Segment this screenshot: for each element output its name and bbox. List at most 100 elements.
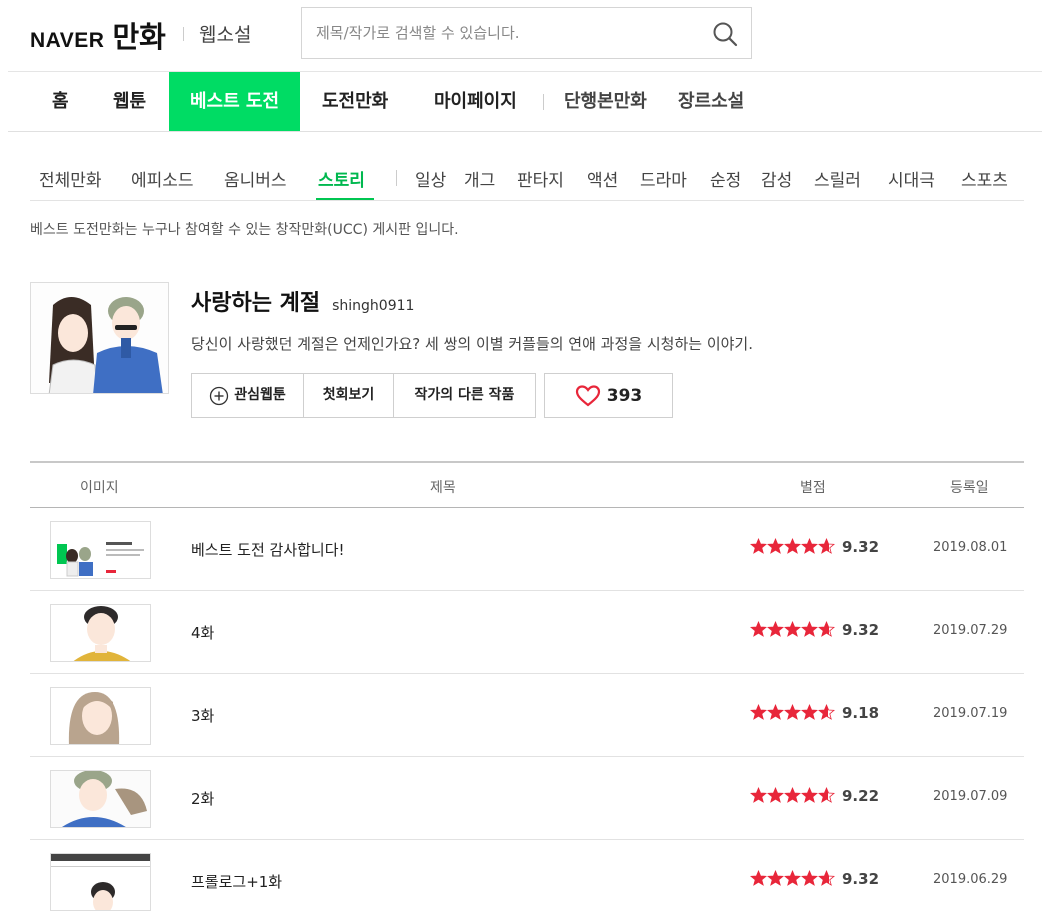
nav-mypage[interactable]: 마이페이지 [434,72,517,131]
first-episode-button[interactable]: 첫회보기 [304,374,394,417]
star-icon [767,538,784,554]
star-icon [801,538,818,554]
genre-daily[interactable]: 일상 [415,166,446,191]
star-icon [801,621,818,637]
episode-title[interactable]: 3화 [191,705,214,726]
genre-romance[interactable]: 순정 [710,166,741,191]
star-icon [750,787,767,803]
star-icon [767,870,784,886]
like-button[interactable]: 393 [544,373,673,418]
genre-action[interactable]: 액션 [587,166,618,191]
genre-sports[interactable]: 스포츠 [961,166,1008,191]
header: NAVER 만화 웹소설 [0,0,1050,70]
episode-date: 2019.06.29 [933,872,1008,887]
star-icon [784,787,801,803]
naver-manhwa-logo[interactable]: NAVER 만화 [30,14,166,56]
table-row: 4화 9.32 2019.07.29 [30,591,1024,674]
star-icon [784,870,801,886]
episode-thumbnail[interactable] [50,604,151,662]
naver-logo-text: NAVER [30,29,105,52]
genre-sensibility[interactable]: 감성 [761,166,792,191]
nav-challenge[interactable]: 도전만화 [322,72,388,131]
genre-comedy[interactable]: 개그 [464,166,495,191]
episode-title[interactable]: 2화 [191,788,214,809]
star-icon [818,870,835,886]
genre-drama[interactable]: 드라마 [640,166,687,191]
star-icon [784,621,801,637]
star-icon [818,621,835,637]
episode-title[interactable]: 베스트 도전 감사합니다! [191,539,345,560]
favorite-button-label: 관심웹툰 [234,387,286,403]
comic-title: 사랑하는 계절 [191,291,321,316]
star-icon [801,870,818,886]
episode-thumbnail[interactable] [50,853,151,911]
column-header-title: 제목 [430,480,456,496]
genre-all[interactable]: 전체만화 [39,166,102,191]
nav-volume-comics[interactable]: 단행본만화 [564,72,647,131]
episode-date: 2019.07.19 [933,706,1008,721]
episode-thumbnail[interactable] [50,521,151,579]
column-header-image: 이미지 [80,480,119,496]
star-icon [818,787,835,803]
comic-synopsis: 당신이 사랑했던 계절은 언제인가요? 세 쌍의 이별 커플들의 연애 과정을 … [191,335,753,353]
genre-story[interactable]: 스토리 [318,166,365,191]
star-icon [767,787,784,803]
star-icon [801,704,818,720]
star-icon [818,538,835,554]
comic-title-row: 사랑하는 계절 shingh0911 [191,285,414,317]
episode-title[interactable]: 프롤로그+1화 [191,871,282,892]
star-icon [784,704,801,720]
column-header-rating: 별점 [800,480,826,496]
star-rating [750,704,835,720]
star-icon [750,704,767,720]
star-rating [750,870,835,886]
genre-bottom-divider [30,200,1024,201]
star-rating [750,538,835,554]
episode-score: 9.32 [842,538,880,556]
star-icon [750,538,767,554]
nav-bottom-divider [8,131,1042,132]
comic-author[interactable]: shingh0911 [332,298,414,314]
logo-divider [183,27,184,41]
episode-title[interactable]: 4화 [191,622,214,643]
main-nav: 홈 웹툰 베스트 도전 도전만화 마이페이지 단행본만화 장르소설 [0,72,1050,131]
star-icon [767,621,784,637]
search-input[interactable] [316,22,696,44]
star-rating [750,787,835,803]
manhwa-logo-text: 만화 [112,20,166,54]
nav-best-challenge[interactable]: 베스트 도전 [169,72,300,131]
column-header-date: 등록일 [950,480,989,496]
genre-thriller[interactable]: 스릴러 [814,166,861,191]
table-row: 베스트 도전 감사합니다! 9.32 2019.08.01 [30,508,1024,591]
star-icon [750,870,767,886]
episode-date: 2019.07.29 [933,623,1008,638]
genre-episode[interactable]: 에피소드 [131,166,194,191]
table-row: 3화 9.18 2019.07.19 [30,674,1024,757]
nav-home[interactable]: 홈 [52,72,69,131]
episode-date: 2019.07.09 [933,789,1008,804]
favorite-button[interactable]: 관심웹툰 [192,374,304,417]
table-top-border [30,461,1024,463]
star-rating [750,621,835,637]
genre-historical[interactable]: 시대극 [888,166,935,191]
nav-webtoon[interactable]: 웹툰 [113,72,146,131]
nav-genre-novel[interactable]: 장르소설 [678,72,744,131]
first-episode-label: 첫회보기 [322,387,375,403]
search-icon[interactable] [711,20,739,48]
episode-thumbnail[interactable] [50,770,151,828]
comic-cover-thumbnail[interactable] [30,282,169,394]
webnovel-link[interactable]: 웹소설 [199,20,251,47]
star-icon [750,621,767,637]
comic-action-buttons: 관심웹툰 첫회보기 작가의 다른 작품 [191,373,536,418]
genre-tabs: 전체만화 에피소드 옴니버스 스토리 일상 개그 판타지 액션 드라마 순정 감… [0,160,1050,201]
board-notice: 베스트 도전만화는 누구나 참여할 수 있는 창작만화(UCC) 게시판 입니다… [30,222,459,238]
other-works-button[interactable]: 작가의 다른 작품 [394,374,535,417]
genre-omnibus[interactable]: 옴니버스 [224,166,287,191]
nav-divider [543,94,544,110]
episode-score: 9.32 [842,870,880,888]
episode-thumbnail[interactable] [50,687,151,745]
star-icon [767,704,784,720]
like-count: 393 [606,385,643,406]
episode-score: 9.32 [842,621,880,639]
genre-fantasy[interactable]: 판타지 [517,166,564,191]
